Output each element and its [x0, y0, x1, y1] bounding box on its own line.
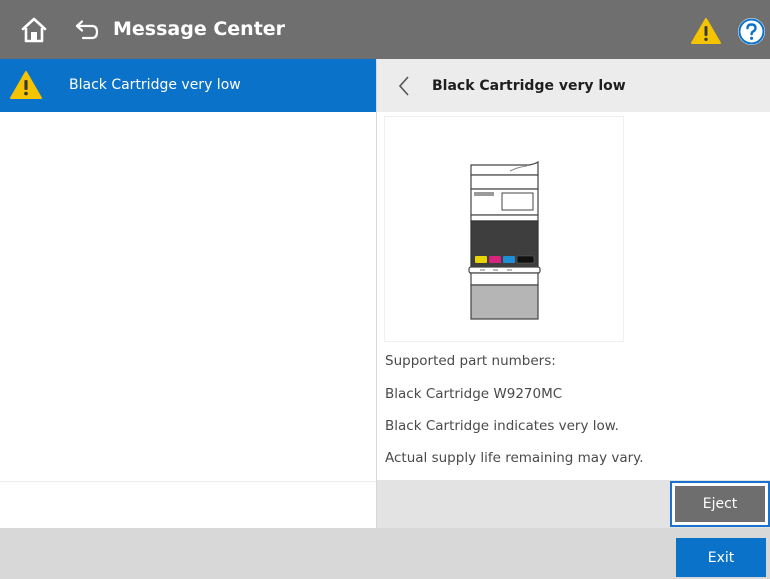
page-title: Message Center	[113, 18, 286, 40]
detail-header: Black Cartridge very low	[377, 59, 770, 112]
back-icon[interactable]	[73, 20, 99, 42]
chevron-left-icon[interactable]	[398, 76, 410, 96]
message-list: Black Cartridge very low	[0, 59, 376, 529]
detail-text-line: Supported part numbers:	[385, 353, 556, 369]
list-item[interactable]: Black Cartridge very low	[0, 59, 376, 112]
eject-button-label: Eject	[675, 486, 765, 522]
detail-panel: Black Cartridge very low Supported part …	[376, 59, 770, 528]
header-bar: Message Center	[0, 0, 770, 59]
warning-icon	[9, 70, 43, 100]
bottom-bar: Exit	[0, 528, 770, 579]
detail-title: Black Cartridge very low	[432, 78, 626, 94]
list-footer	[0, 481, 376, 529]
home-icon[interactable]	[20, 16, 48, 44]
detail-text-line: Actual supply life remaining may vary.	[385, 450, 644, 466]
detail-text-line: Black Cartridge W9270MC	[385, 386, 563, 402]
warning-icon[interactable]	[690, 17, 722, 45]
exit-button[interactable]: Exit	[676, 538, 766, 577]
list-item-label: Black Cartridge very low	[69, 77, 241, 93]
printer-illustration	[384, 116, 624, 342]
detail-text-line: Black Cartridge indicates very low.	[385, 418, 619, 434]
help-icon[interactable]	[738, 18, 765, 45]
eject-button[interactable]: Eject	[670, 481, 770, 527]
